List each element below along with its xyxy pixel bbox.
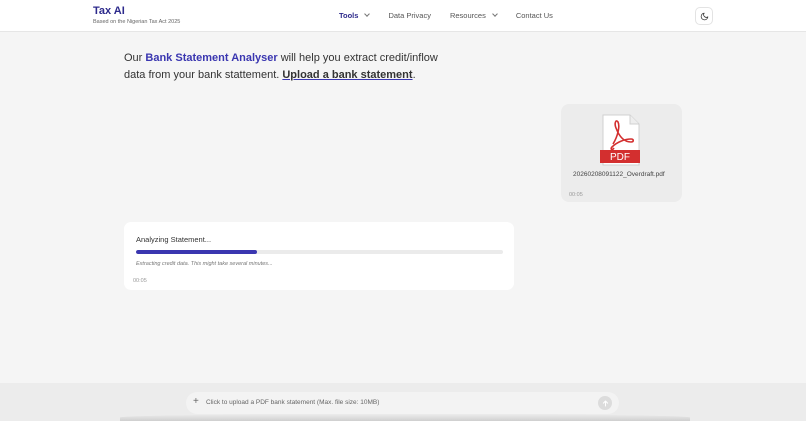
theme-toggle-button[interactable] [695, 7, 713, 25]
progress-note: Extracting credit data. This might take … [136, 261, 273, 267]
pdf-file-icon: PDF [600, 114, 640, 166]
intro-text: Our Bank Statement Analyser will help yo… [124, 50, 454, 84]
nav-contact-us-label: Contact Us [515, 11, 553, 20]
upload-placeholder: Click to upload a PDF bank statement (Ma… [206, 399, 380, 406]
uploaded-file-card[interactable]: PDF 20260208091122_Overdraft.pdf 00:05 [561, 104, 682, 202]
plus-icon[interactable]: + [193, 396, 199, 408]
nav-data-privacy-label: Data Privacy [388, 11, 431, 20]
intro-suffix: . [412, 69, 416, 81]
brand-title[interactable]: Tax AI [93, 5, 180, 18]
nav-data-privacy[interactable]: Data Privacy [388, 11, 431, 20]
intro-highlight: Bank Statement Analyser [145, 52, 278, 64]
nav-resources[interactable]: Resources [449, 11, 498, 20]
intro-prefix: Our [124, 52, 146, 64]
brand-subtitle: Based on the Nigerian Tax Act 2025 [93, 19, 181, 25]
file-name: 20260208091122_Overdraft.pdf [573, 171, 665, 178]
progress-time: 00:05 [133, 278, 147, 284]
progress-bar-fill [136, 250, 258, 254]
arrow-up-icon [602, 400, 608, 406]
nav-resources-label: Resources [449, 11, 486, 20]
chevron-down-icon [364, 11, 371, 17]
upload-input[interactable]: + Click to upload a PDF bank statement (… [186, 392, 619, 414]
send-button[interactable] [598, 396, 612, 410]
analysis-progress-card: Analyzing Statement... Extracting credit… [124, 222, 514, 290]
chevron-down-icon [491, 11, 498, 17]
progress-title: Analyzing Statement... [136, 235, 212, 244]
upload-link[interactable]: Upload a bank statement [282, 69, 412, 81]
brand[interactable]: Tax AI Based on the Nigerian Tax Act 202… [93, 5, 180, 26]
header: Tax AI Based on the Nigerian Tax Act 202… [0, 0, 806, 32]
nav-tools[interactable]: Tools [339, 11, 371, 20]
pdf-badge-text: PDF [610, 152, 630, 163]
nav-contact-us[interactable]: Contact Us [516, 11, 553, 20]
nav-tools-label: Tools [339, 11, 359, 20]
file-time: 00:05 [569, 192, 583, 198]
main-nav: Tools Data Privacy Resources Contact Us [339, 11, 572, 20]
bottom-shadow [120, 414, 690, 421]
progress-bar [136, 250, 503, 254]
moon-icon [700, 12, 708, 20]
